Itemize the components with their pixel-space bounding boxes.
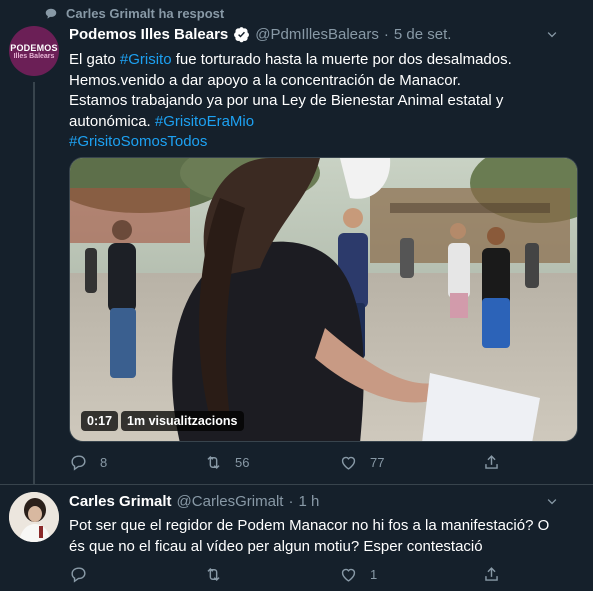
retweet-icon bbox=[207, 567, 220, 582]
retweet-icon bbox=[207, 455, 220, 470]
avatar[interactable]: PODEMOS Illes Balears bbox=[9, 26, 59, 76]
verified-badge-icon bbox=[234, 27, 250, 43]
avatar-text-line1: PODEMOS bbox=[10, 42, 58, 53]
avatar[interactable] bbox=[9, 492, 59, 542]
hashtag-link[interactable]: #GrisitoSomosTodos bbox=[69, 133, 207, 150]
like-count: 1 bbox=[370, 567, 378, 582]
tweet-text: El gato #Grisito fue torturado hasta la … bbox=[69, 50, 569, 153]
retweet-context[interactable]: Carles Grimalt ha respost bbox=[44, 6, 224, 21]
hashtag-link[interactable]: #GrisitoEraMio bbox=[155, 113, 254, 130]
author-handle[interactable]: @PdmIllesBalears bbox=[255, 26, 379, 43]
tweet-actions: 1 bbox=[69, 565, 509, 584]
hashtag-link[interactable]: #Grisito bbox=[120, 51, 172, 68]
avatar-text-line2: Illes Balears bbox=[13, 52, 55, 60]
reply-button[interactable]: 8 bbox=[69, 453, 204, 472]
author-name[interactable]: Carles Grimalt bbox=[69, 493, 172, 510]
like-count: 77 bbox=[370, 455, 385, 470]
heart-icon bbox=[341, 456, 356, 470]
reply-icon bbox=[71, 567, 86, 583]
video-badges: 0:17 1m visualitzacions bbox=[81, 411, 244, 431]
tweet-text-line: Estamos trabajando ya por una Ley de Bie… bbox=[69, 91, 569, 132]
reply-icon bbox=[71, 455, 86, 471]
separator-dot: · bbox=[288, 493, 294, 510]
chevron-down-icon bbox=[547, 31, 557, 37]
video-duration: 0:17 bbox=[81, 411, 119, 431]
author-handle[interactable]: @CarlesGrimalt bbox=[177, 493, 284, 510]
tweet-header: Carles Grimalt @CarlesGrimalt · 1 h bbox=[69, 493, 578, 510]
share-icon bbox=[485, 455, 498, 469]
video-view-count: 1m visualitzacions bbox=[121, 411, 244, 431]
chevron-down-icon bbox=[547, 498, 557, 504]
author-name[interactable]: Podemos Illes Balears bbox=[69, 26, 228, 43]
retweet-button[interactable]: 56 bbox=[204, 453, 339, 472]
more-options-button[interactable] bbox=[544, 494, 560, 510]
tweet-text: Pot ser que el regidor de Podem Manacor … bbox=[69, 517, 550, 555]
separator-dot: · bbox=[383, 26, 389, 43]
speech-bubble-icon bbox=[45, 8, 57, 19]
retweet-context-label: Carles Grimalt ha respost bbox=[66, 6, 225, 21]
tweet-text-line: #GrisitoSomosTodos bbox=[69, 132, 569, 153]
like-button[interactable]: 1 bbox=[339, 565, 474, 584]
avatar-photo bbox=[9, 492, 59, 542]
video-frame bbox=[70, 158, 577, 441]
timestamp[interactable]: 5 de set. bbox=[394, 26, 452, 43]
tweet-text-line: Hemos.venido a dar apoyo a la concentrac… bbox=[69, 71, 461, 89]
share-icon bbox=[485, 567, 498, 581]
share-button[interactable] bbox=[482, 565, 501, 584]
tweet-text-line: El gato #Grisito fue torturado hasta la … bbox=[69, 50, 569, 71]
timestamp[interactable]: 1 h bbox=[298, 493, 319, 510]
heart-icon bbox=[341, 568, 356, 582]
retweet-count: 56 bbox=[235, 455, 250, 470]
tweet-actions: 8 56 77 bbox=[69, 453, 509, 472]
video-player[interactable]: 0:17 1m visualitzacions bbox=[69, 157, 578, 442]
reply-button[interactable] bbox=[69, 565, 204, 584]
tweet-header: Podemos Illes Balears @PdmIllesBalears ·… bbox=[69, 26, 578, 43]
reply-count: 8 bbox=[100, 455, 108, 470]
like-button[interactable]: 77 bbox=[339, 453, 474, 472]
share-button[interactable] bbox=[482, 453, 501, 472]
divider bbox=[0, 484, 593, 485]
text-fragment: El gato bbox=[69, 51, 120, 68]
text-fragment: Estamos trabajando ya por una Ley de Bie… bbox=[69, 92, 504, 130]
text-fragment: fue torturado hasta la muerte por dos de… bbox=[171, 51, 512, 68]
thread-line bbox=[33, 82, 35, 484]
more-options-button[interactable] bbox=[544, 27, 560, 43]
retweet-button[interactable] bbox=[204, 565, 339, 584]
